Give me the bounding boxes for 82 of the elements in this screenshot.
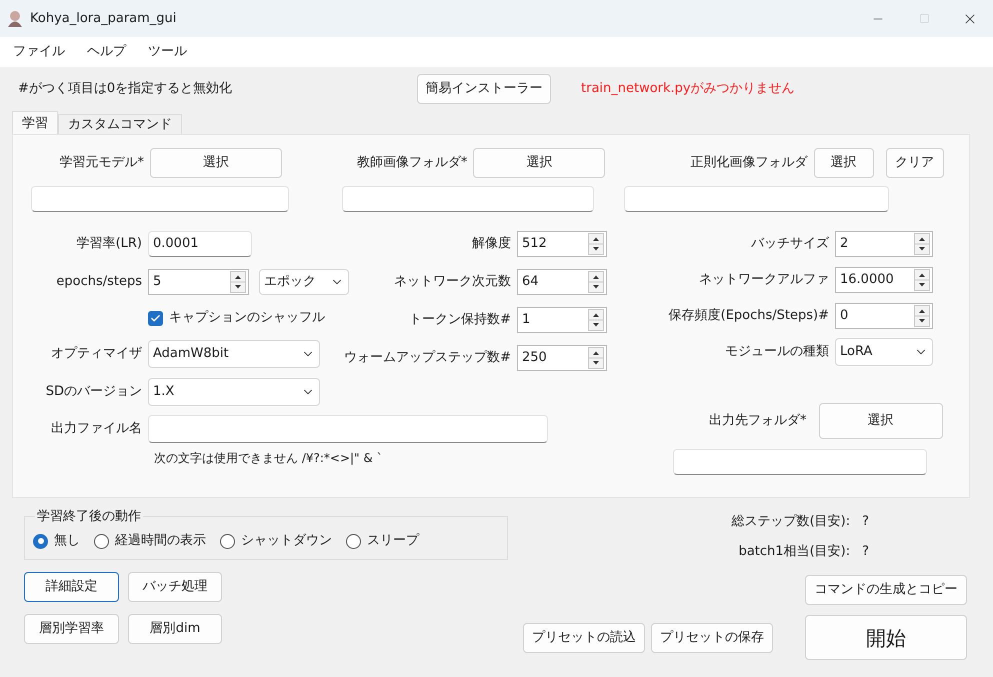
field-label: SDのバージョン [44,383,142,402]
input-field[interactable] [624,186,889,212]
field-label: モジュールの種類 [724,343,829,362]
error-message: train_network.pyがみつかりません [581,80,795,98]
spin-arrows-icon[interactable] [588,271,604,293]
field-label: 保存頻度(Epochs/Steps)# [668,307,829,326]
button[interactable]: コマンドの生成とコピー [805,575,967,605]
app-icon [6,10,24,28]
button[interactable]: プリセットの保存 [651,623,773,653]
radio-label: シャットダウン [241,532,332,550]
spin-box[interactable]: 0 [835,303,933,329]
button[interactable]: 選択 [818,403,942,439]
radio-button[interactable] [94,534,109,548]
radio-button[interactable] [33,534,48,548]
estimate-label: batch1相当(目安): [738,542,850,560]
checkbox-label: キャプションのシャッフル [169,309,325,328]
radio-button[interactable] [346,534,361,548]
field-label: オプティマイザ [50,345,142,364]
spin-box[interactable]: 5 [148,269,249,295]
text-input[interactable]: 0.0001 [148,231,252,257]
window-title: Kohya_lora_param_gui [30,10,176,28]
spin-arrows-icon[interactable] [588,347,604,369]
spin-arrows-icon[interactable] [588,309,604,331]
spin-arrows-icon[interactable] [230,271,246,293]
field-label: 出力先フォルダ* [709,412,806,430]
button[interactable]: クリア [886,148,944,178]
field-label: ウォームアップステップ数# [343,349,511,368]
check-icon [150,312,161,324]
field-label: 正則化画像フォルダ [690,154,808,172]
field-label: ネットワークアルファ [698,271,829,290]
menu-item[interactable]: ヘルプ [87,42,126,62]
button[interactable]: 詳細設定 [24,572,119,602]
spin-box[interactable]: 1 [517,307,607,333]
field-label: バッチサイズ [750,235,829,254]
estimate-value: ? [862,542,869,560]
button[interactable]: 選択 [150,148,282,178]
dropdown[interactable]: エポック [258,269,349,295]
field-label: ネットワーク次元数 [393,273,511,292]
spin-box[interactable]: 512 [517,231,607,257]
tab[interactable]: 学習 [12,111,58,134]
radio-label: スリープ [367,532,419,550]
field-label: 解像度 [471,235,511,254]
spin-box[interactable]: 2 [835,231,933,257]
spin-arrows-icon[interactable] [914,233,930,255]
radio-label: 経過時間の表示 [115,532,206,550]
helper-text: 次の文字は使用できません /¥?:*<>|" & ` [154,450,384,467]
checkbox[interactable] [148,310,163,326]
field-label: 学習元モデル* [58,154,144,172]
spin-arrows-icon[interactable] [588,233,604,255]
spin-box[interactable]: 16.0000 [835,267,933,293]
menu-item[interactable]: ツール [148,42,187,62]
spin-box[interactable]: 64 [517,269,607,295]
dropdown[interactable]: 1.X [148,378,320,406]
hint-text: #がつく項目は0を指定すると無効化 [18,80,234,98]
button[interactable]: 選択 [814,148,874,178]
input-field[interactable] [342,186,594,212]
radio-label: 無し [54,532,80,550]
button[interactable]: 選択 [473,148,606,178]
field-label: 学習率(LR) [76,235,142,254]
spin-arrows-icon[interactable] [914,305,930,327]
spin-box[interactable]: 250 [517,345,607,371]
button[interactable]: 層別dim [128,614,222,644]
estimate-value: ? [862,513,869,531]
input-field[interactable] [673,449,927,475]
field-label: 出力ファイル名 [50,420,142,438]
button[interactable]: 簡易インストーラー [417,74,551,104]
button[interactable]: 層別学習率 [24,614,119,644]
menu-item[interactable]: ファイル [13,42,65,62]
button[interactable]: バッチ処理 [128,572,222,602]
field-label: トークン保持数# [408,311,511,330]
radio-button[interactable] [220,534,235,548]
dropdown[interactable]: AdamW8bit [148,340,320,368]
spin-arrows-icon[interactable] [914,269,930,291]
field-label: epochs/steps [55,273,142,292]
estimate-label: 総ステップ数(目安): [732,513,850,531]
input-field[interactable] [31,186,289,212]
tab[interactable]: カスタムコマンド [58,114,182,134]
button[interactable]: プリセットの読込 [523,623,645,653]
dropdown[interactable]: LoRA [835,338,933,366]
field-label: 教師画像フォルダ* [356,154,468,172]
input-field[interactable] [148,415,548,443]
button[interactable]: 開始 [805,615,967,660]
